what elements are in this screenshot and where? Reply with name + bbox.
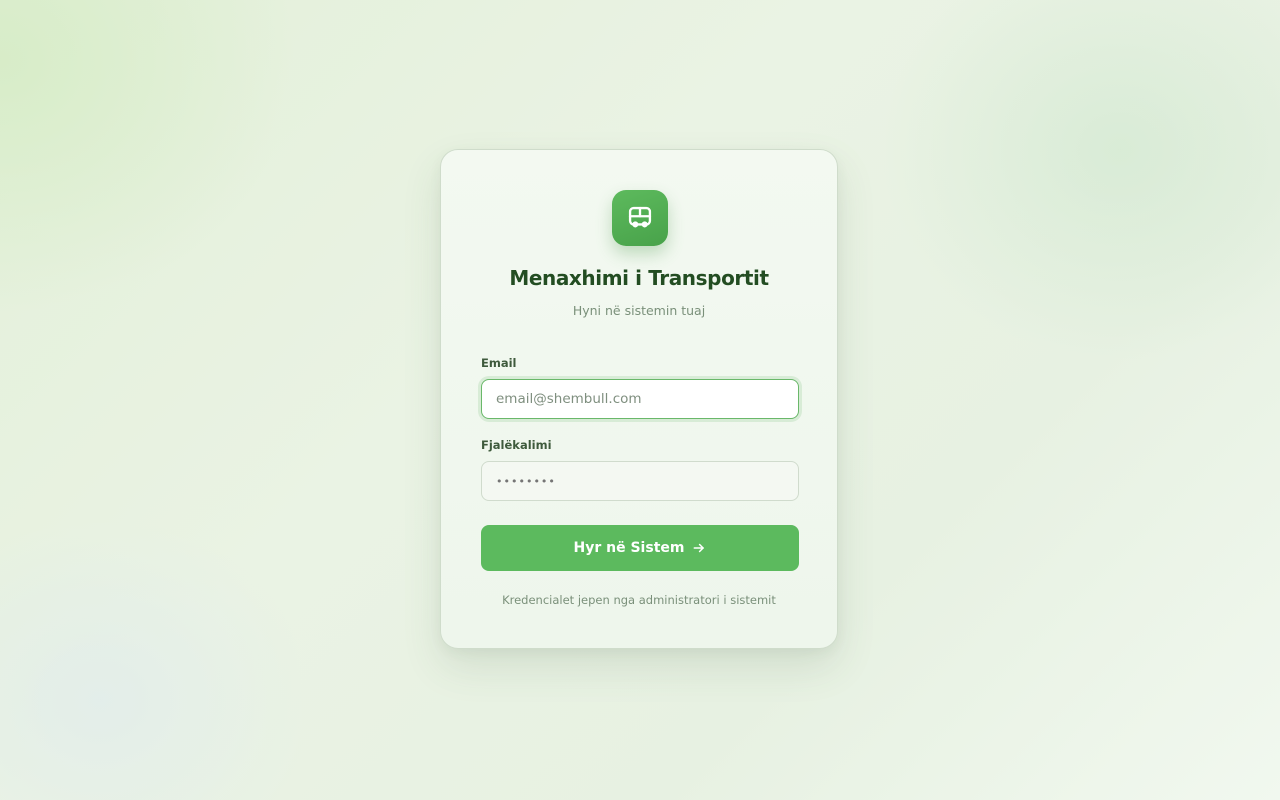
email-label: Email	[481, 356, 517, 370]
password-field[interactable]	[481, 461, 799, 501]
bus-icon	[626, 204, 654, 232]
email-field[interactable]	[481, 379, 799, 419]
arrow-right-icon	[692, 541, 706, 555]
page-title: Menaxhimi i Transportit	[509, 266, 769, 290]
credentials-note: Kredencialet jepen nga administratori i …	[502, 593, 776, 607]
login-button[interactable]: Hyr në Sistem	[481, 525, 799, 571]
app-logo	[612, 190, 668, 246]
password-label: Fjalëkalimi	[481, 438, 552, 452]
login-button-label: Hyr në Sistem	[573, 540, 685, 556]
page-subtitle: Hyni në sistemin tuaj	[572, 303, 706, 318]
login-card: Menaxhimi i Transportit Hyni në sistemin…	[440, 149, 838, 649]
